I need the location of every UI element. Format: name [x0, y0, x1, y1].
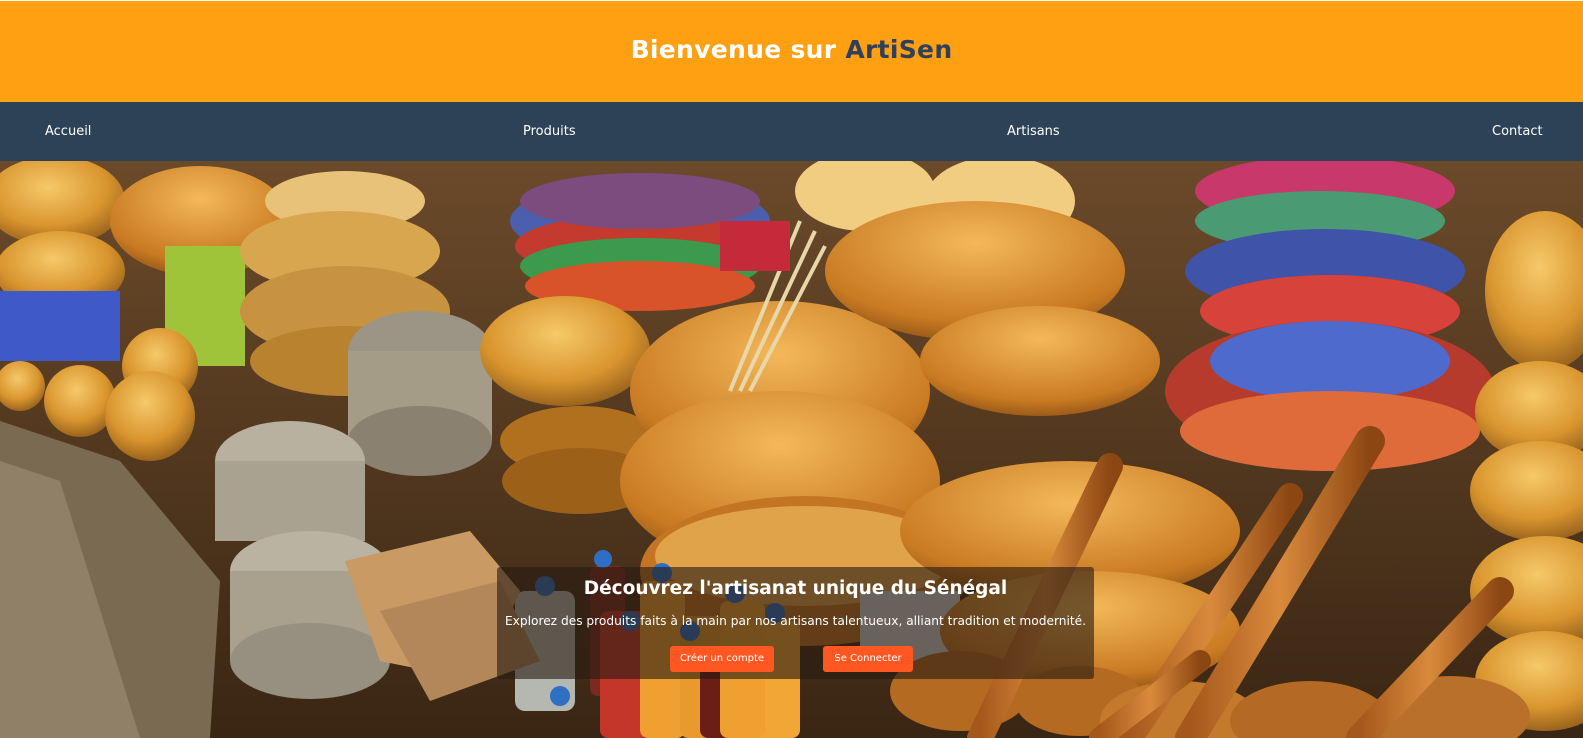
hero-overlay: Découvrez l'artisanat unique du Sénégal …	[497, 567, 1094, 679]
page-title: Bienvenue sur ArtiSen	[631, 35, 953, 64]
nav-item-artisans[interactable]: Artisans	[1007, 102, 1060, 161]
nav-item-accueil[interactable]: Accueil	[45, 102, 91, 161]
main-nav: Accueil Produits Artisans Contact	[0, 102, 1583, 161]
brand-name: ArtiSen	[845, 35, 953, 64]
create-account-button[interactable]: Créer un compte	[670, 646, 774, 672]
nav-item-contact[interactable]: Contact	[1492, 102, 1543, 161]
nav-item-produits[interactable]: Produits	[523, 102, 576, 161]
site-header: Bienvenue sur ArtiSen	[0, 1, 1583, 102]
hero-title: Découvrez l'artisanat unique du Sénégal	[583, 578, 1008, 599]
hero-subtitle: Explorez des produits faits à la main pa…	[504, 614, 1087, 628]
login-button[interactable]: Se Connecter	[823, 646, 913, 672]
title-prefix: Bienvenue sur	[630, 35, 846, 64]
hero-section: Découvrez l'artisanat unique du Sénégal …	[0, 161, 1583, 738]
